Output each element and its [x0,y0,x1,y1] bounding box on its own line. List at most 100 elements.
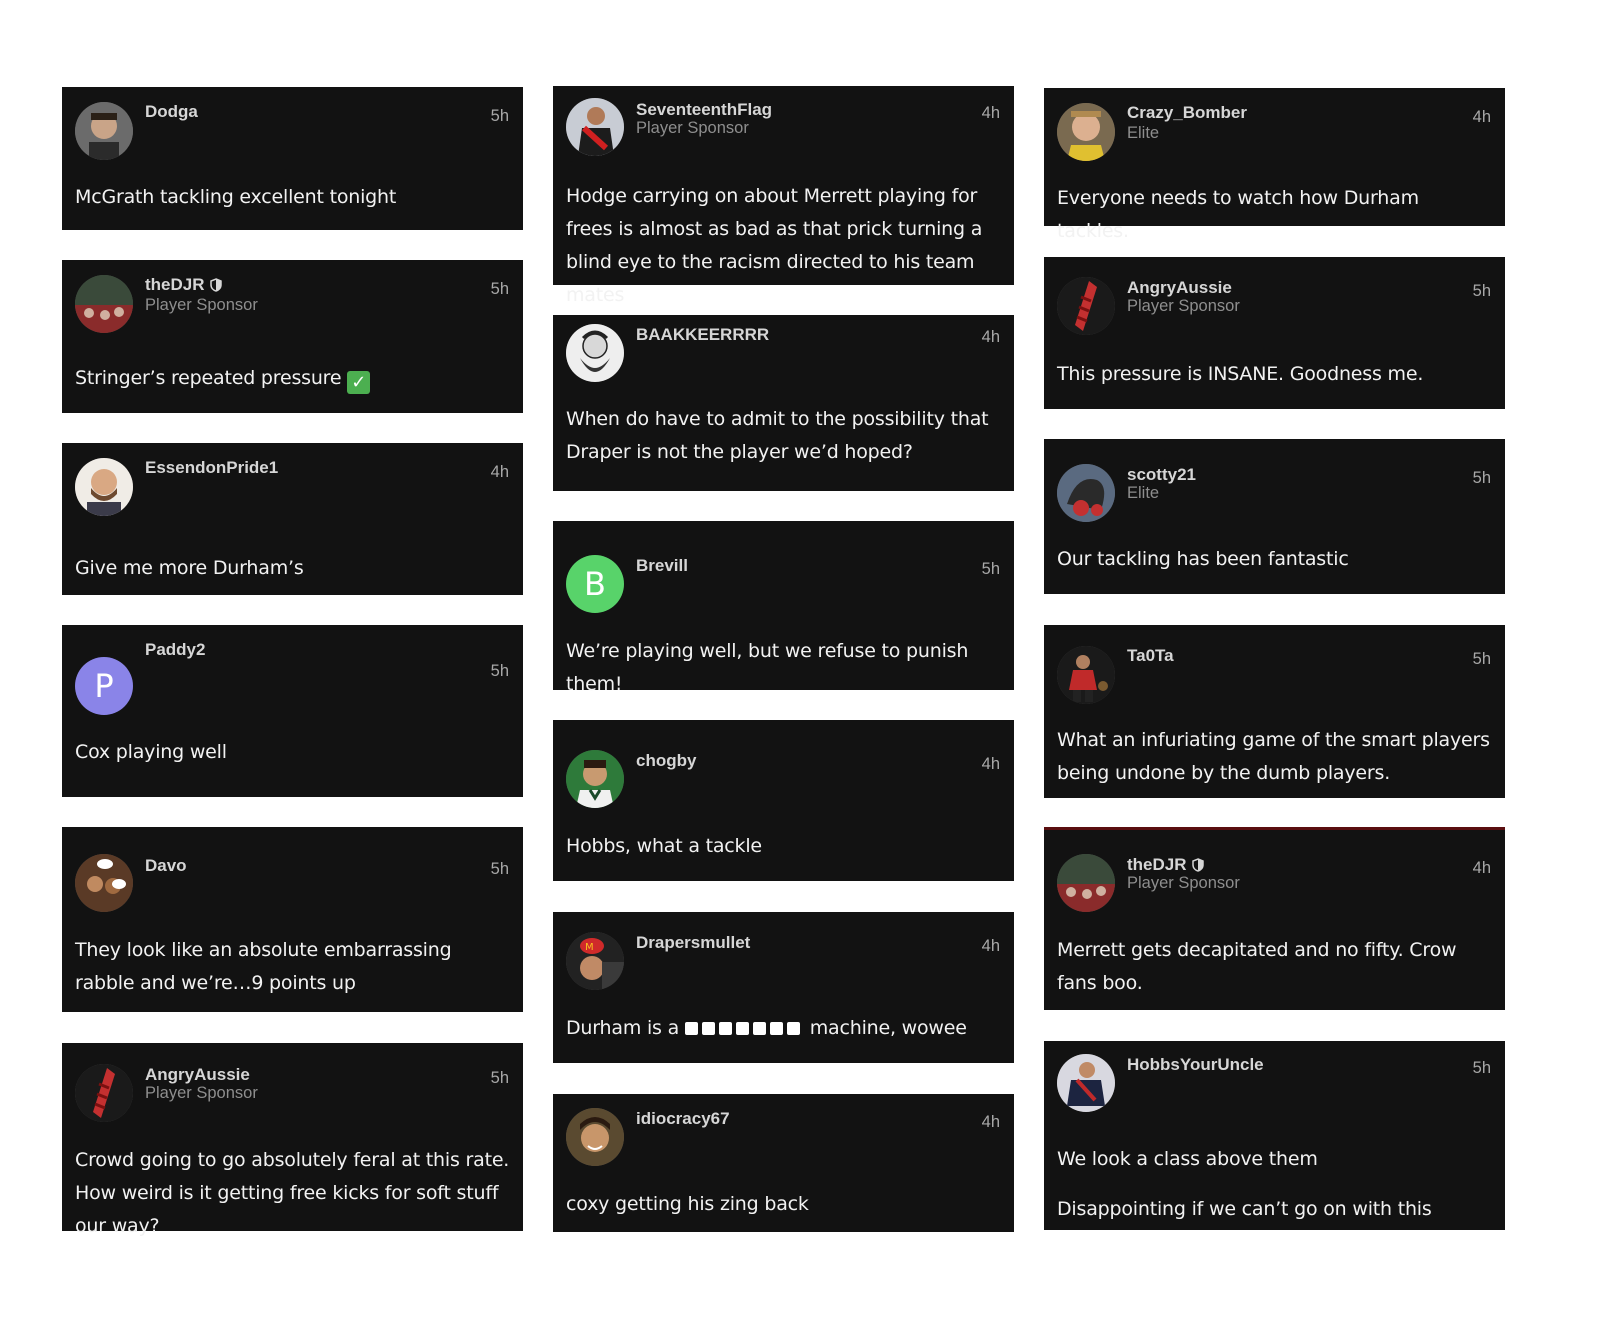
user-avatar[interactable] [1057,464,1115,522]
comment-text: We’re playing well, but we refuse to pun… [566,635,1002,701]
user-avatar[interactable]: B [566,555,624,613]
comment-card[interactable]: M Drapersmullet 4h Durham is a machine, … [553,912,1014,1063]
username[interactable]: Drapersmullet [636,933,750,953]
censored-word [684,1017,804,1039]
comment-paragraph: Hodge carrying on about Merrett playing … [566,185,983,306]
comment-card[interactable]: AngryAussie Player Sponsor 5h Crowd goin… [62,1043,523,1237]
username[interactable]: Ta0Ta [1127,646,1174,666]
username-text[interactable]: EssendonPride1 [145,458,278,478]
comment-paragraph: What an infuriating game of the smart pl… [1057,729,1490,784]
username[interactable]: Paddy2 [145,640,205,660]
username-text[interactable]: idiocracy67 [636,1109,730,1129]
user-avatar[interactable] [566,750,624,808]
username[interactable]: AngryAussie [1127,278,1232,298]
comment-text: They look like an absolute embarrassing … [75,934,511,1000]
username-text[interactable]: AngryAussie [145,1065,250,1085]
timestamp: 5h [981,560,1000,578]
user-avatar[interactable] [1057,1054,1115,1112]
comment-card[interactable]: Crazy_Bomber Elite 4h Everyone needs to … [1044,88,1505,242]
username-text[interactable]: Brevill [636,556,688,576]
comment-card[interactable]: theDJR Player Sponsor 5h Stringer’s repe… [62,260,523,413]
user-avatar[interactable] [1057,103,1115,161]
username-text[interactable]: AngryAussie [1127,278,1232,298]
timestamp: 4h [1472,108,1491,126]
user-avatar[interactable] [75,102,133,160]
comment-card[interactable]: EssendonPride1 4h Give me more Durham’s [62,443,523,595]
username-text[interactable]: BAAKKEERRRR [636,325,769,345]
comment-text: When do have to admit to the possibility… [566,403,1002,469]
timestamp: 5h [490,280,509,298]
username[interactable]: Dodga [145,102,198,122]
username[interactable]: AngryAussie [145,1065,250,1085]
username-text[interactable]: Paddy2 [145,640,205,660]
user-avatar[interactable] [566,324,624,382]
user-avatar[interactable]: P [75,657,133,715]
username[interactable]: theDJR [1127,855,1204,875]
comment-card[interactable]: AngryAussie Player Sponsor 5h This press… [1044,257,1505,409]
comment-card[interactable]: scotty21 Elite 5h Our tackling has been … [1044,439,1505,594]
user-avatar[interactable] [1057,277,1115,335]
user-avatar[interactable] [75,458,133,516]
username-text[interactable]: Crazy_Bomber [1127,103,1247,123]
user-avatar[interactable] [1057,646,1115,704]
username-text[interactable]: Davo [145,856,187,876]
user-avatar[interactable] [566,1108,624,1166]
username-text[interactable]: Drapersmullet [636,933,750,953]
comment-text: What an infuriating game of the smart pl… [1057,724,1493,790]
username[interactable]: EssendonPride1 [145,458,278,478]
comment-card[interactable]: Davo 5h They look like an absolute embar… [62,827,523,1012]
comment-paragraph: Merrett gets decapitated and no fifty. C… [1057,939,1457,994]
comment-span: machine, wowee [809,1017,967,1039]
user-avatar[interactable] [566,98,624,156]
comment-card[interactable]: HobbsYourUncle 5h We look a class above … [1044,1041,1505,1230]
username-text[interactable]: chogby [636,751,696,771]
user-avatar[interactable] [1057,854,1115,912]
user-avatar[interactable]: M [566,932,624,990]
comment-card[interactable]: Dodga 5h McGrath tackling excellent toni… [62,87,523,230]
username-text[interactable]: HobbsYourUncle [1127,1055,1264,1075]
comment-card[interactable]: B Brevill 5h We’re playing well, but we … [553,521,1014,695]
username-text[interactable]: Ta0Ta [1127,646,1174,666]
comment-paragraph: Durham is a machine, wowee [566,1012,1002,1045]
username[interactable]: idiocracy67 [636,1109,730,1129]
comment-paragraph: Disappointing if we can’t go on with thi… [1057,1198,1432,1220]
user-role: Player Sponsor [145,1084,258,1102]
username-text[interactable]: scotty21 [1127,465,1196,485]
username-text[interactable]: theDJR [145,275,205,295]
user-avatar[interactable] [75,854,133,912]
comment-text: Everyone needs to watch how Durham tackl… [1057,182,1493,248]
username[interactable]: theDJR [145,275,222,295]
username[interactable]: scotty21 [1127,465,1196,485]
username[interactable]: Brevill [636,556,688,576]
user-avatar[interactable] [75,275,133,333]
comment-card[interactable]: BAAKKEERRRR 4h When do have to admit to … [553,315,1014,491]
comment-card[interactable]: P Paddy2 5h Cox playing well [62,625,523,797]
shield-icon [1191,858,1204,872]
comment-card[interactable]: chogby 4h Hobbs, what a tackle [553,720,1014,881]
comment-card[interactable]: theDJR Player Sponsor 4h Merrett gets de… [1044,827,1505,1010]
username-text[interactable]: SeventeenthFlag [636,100,772,120]
timestamp: 4h [981,1113,1000,1131]
comment-paragraph: McGrath tackling excellent tonight [75,186,397,208]
comment-paragraph: Our tackling has been fantastic [1057,548,1349,570]
username[interactable]: chogby [636,751,696,771]
username[interactable]: HobbsYourUncle [1127,1055,1264,1075]
timestamp: 5h [490,1069,509,1087]
username-text[interactable]: theDJR [1127,855,1187,875]
user-role: Player Sponsor [1127,874,1240,892]
timestamp: 4h [490,463,509,481]
comment-text: This pressure is INSANE. Goodness me. [1057,358,1493,391]
username[interactable]: BAAKKEERRRR [636,325,769,345]
comment-card[interactable]: SeventeenthFlag Player Sponsor 4h Hodge … [553,86,1014,306]
comment-card[interactable]: Ta0Ta 5h What an infuriating game of the… [1044,625,1505,798]
comment-paragraph: We look a class above them [1057,1148,1318,1170]
username[interactable]: Davo [145,856,187,876]
comment-card[interactable]: idiocracy67 4h coxy getting his zing bac… [553,1094,1014,1232]
comment-text: Hobbs, what a tackle [566,830,1002,863]
username-text[interactable]: Dodga [145,102,198,122]
user-avatar[interactable] [75,1064,133,1122]
username[interactable]: SeventeenthFlag [636,100,772,120]
comment-text: Our tackling has been fantastic [1057,543,1493,576]
username[interactable]: Crazy_Bomber [1127,103,1247,123]
censor-square [752,1022,766,1035]
